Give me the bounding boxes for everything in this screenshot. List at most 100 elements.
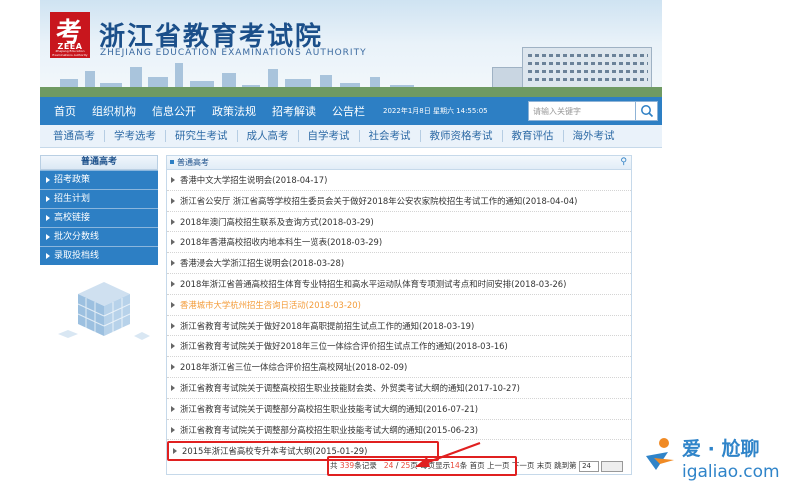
watermark: 爱 · 尬聊 igaliao.com	[640, 432, 797, 500]
current-datetime: 2022年1月8日 星期六 14:55:05	[383, 107, 488, 115]
bullet-triangle-icon	[171, 343, 175, 350]
sidebar-item-admission-lines[interactable]: 录取投档线	[40, 246, 158, 265]
subnav-item-teacher-cert[interactable]: 教师资格考试	[421, 130, 503, 142]
nav-item-exam-interpretation[interactable]: 招考解读	[264, 103, 324, 119]
trees-strip	[40, 87, 662, 97]
list-section-title: 普通高考	[177, 158, 209, 167]
article-link[interactable]: 2015年浙江省高校专升本考试大纲(2015-01-29)	[182, 446, 367, 456]
article-link[interactable]: 2018年香港高校招收内地本科生一览表(2018-03-29)	[180, 237, 382, 247]
article-list: 香港中文大学招生说明会(2018-04-17) 浙江省公安厅 浙江省高等学校招生…	[167, 170, 631, 462]
article-link[interactable]: 浙江省教育考试院关于做好2018年三位一体综合评价招生试点工作的通知(2018-…	[180, 341, 508, 351]
sidebar-item-label: 招考政策	[54, 175, 91, 185]
sidebar-item-label: 批次分数线	[54, 232, 100, 242]
search-box[interactable]: 请输入关键字	[528, 101, 658, 121]
search-icon	[641, 105, 654, 118]
nav-item-info-disclosure[interactable]: 信息公开	[144, 103, 204, 119]
sidebar-item-label: 招生计划	[54, 194, 91, 204]
subnav-item-social[interactable]: 社会考试	[360, 130, 421, 142]
decorative-cube-illustration	[58, 282, 150, 340]
last-page-link[interactable]: 末页	[537, 461, 552, 470]
search-button[interactable]	[635, 102, 657, 120]
logo-tiny-text: Zhejiang Education Examinations Authorit…	[52, 49, 88, 57]
bullet-triangle-icon	[171, 322, 175, 329]
list-item[interactable]: 香港城市大学杭州招生咨询日活动(2018-03-20)	[167, 295, 631, 316]
subnav-item-graduate[interactable]: 研究生考试	[166, 130, 238, 142]
arrow-right-icon	[46, 195, 50, 202]
list-item[interactable]: 香港浸会大学浙江招生说明会(2018-03-28)	[167, 253, 631, 274]
search-input[interactable]: 请输入关键字	[533, 106, 581, 117]
bullet-triangle-icon	[171, 364, 175, 371]
article-link[interactable]: 2018年澳门高校招生联系及查询方式(2018-03-29)	[180, 217, 374, 227]
sidebar: 普通高考 招考政策 招生计划 高校链接 批次分数线 录取投档线	[40, 155, 158, 265]
list-item[interactable]: 2018年浙江省三位一体综合评价招生高校网址(2018-02-09)	[167, 357, 631, 378]
sub-nav: 普通高考 学考选考 研究生考试 成人高考 自学考试 社会考试 教师资格考试 教育…	[40, 125, 662, 148]
nav-item-policies[interactable]: 政策法规	[204, 103, 264, 119]
article-link[interactable]: 浙江省教育考试院关于调整部分高校招生职业技能考试大纲的通知(2015-06-23…	[180, 425, 478, 435]
sidebar-item-policies[interactable]: 招考政策	[40, 170, 158, 189]
list-item[interactable]: 浙江省教育考试院关于做好2018年三位一体综合评价招生试点工作的通知(2018-…	[167, 336, 631, 358]
subnav-item-adult[interactable]: 成人高考	[238, 130, 299, 142]
list-header: 普通高考 ⚲	[167, 156, 631, 170]
subnav-item-self-study[interactable]: 自学考试	[299, 130, 360, 142]
bullet-triangle-icon	[171, 218, 175, 225]
subnav-item-evaluation[interactable]: 教育评估	[503, 130, 564, 142]
location-pin-icon: ⚲	[620, 157, 627, 167]
bullet-triangle-icon	[171, 177, 175, 183]
nav-item-home[interactable]: 首页	[40, 103, 84, 119]
arrow-right-icon	[46, 233, 50, 240]
article-link[interactable]: 浙江省公安厅 浙江省高等学校招生委员会关于做好2018年公安农家院校招生考试工作…	[180, 196, 577, 206]
bullet-triangle-icon	[171, 260, 175, 267]
bullet-triangle-icon	[171, 426, 175, 433]
bullet-triangle-icon	[171, 197, 175, 204]
sidebar-item-label: 高校链接	[54, 213, 91, 223]
bullet-triangle-icon	[171, 301, 175, 308]
header-banner: 考 ZEEA Zhejiang Education Examinations A…	[40, 0, 662, 97]
list-item[interactable]: 浙江省教育考试院关于调整部分高校招生职业技能考试大纲的通知(2016-07-21…	[167, 399, 631, 420]
article-link[interactable]: 香港中文大学招生说明会(2018-04-17)	[180, 175, 327, 185]
bullet-triangle-icon	[171, 405, 175, 412]
arrow-right-icon	[46, 176, 50, 183]
article-link[interactable]: 浙江省教育考试院关于调整部分高校招生职业技能考试大纲的通知(2016-07-21…	[180, 404, 478, 414]
nav-item-organization[interactable]: 组织机构	[84, 103, 144, 119]
bullet-triangle-icon	[173, 448, 177, 455]
site-logo[interactable]: 考 ZEEA Zhejiang Education Examinations A…	[50, 12, 90, 58]
list-item[interactable]: 浙江省公安厅 浙江省高等学校招生委员会关于做好2018年公安农家院校招生考试工作…	[167, 191, 631, 212]
sidebar-item-label: 录取投档线	[54, 251, 100, 261]
watermark-en-text: igaliao.com	[682, 462, 780, 482]
bullet-triangle-icon	[171, 280, 175, 287]
nav-item-bulletin[interactable]: 公告栏	[324, 103, 373, 119]
sidebar-item-college-links[interactable]: 高校链接	[40, 208, 158, 227]
watermark-logo-icon	[646, 438, 674, 470]
jump-page-input[interactable]: 24	[579, 460, 600, 472]
article-link[interactable]: 香港浸会大学浙江招生说明会(2018-03-28)	[180, 258, 344, 268]
article-link[interactable]: 2018年浙江省普通高校招生体育专业特招生和高水平运动队体育专项测试考点和时间安…	[180, 279, 566, 289]
jump-go-button[interactable]	[601, 460, 624, 472]
list-item[interactable]: 浙江省教育考试院关于调整部分高校招生职业技能考试大纲的通知(2015-06-23…	[167, 420, 631, 441]
main-nav: 首页 组织机构 信息公开 政策法规 招考解读 公告栏 2022年1月8日 星期六…	[40, 97, 662, 125]
article-link[interactable]: 浙江省教育考试院关于调整高校招生职业技能财会类、外贸类考试大纲的通知(2017-…	[180, 383, 520, 393]
list-item[interactable]: 2018年浙江省普通高校招生体育专业特招生和高水平运动队体育专项测试考点和时间安…	[167, 274, 631, 295]
sidebar-item-batch-scores[interactable]: 批次分数线	[40, 227, 158, 246]
arrow-right-icon	[46, 252, 50, 259]
list-item[interactable]: 香港中文大学招生说明会(2018-04-17)	[167, 170, 631, 191]
sidebar-title: 普通高考	[40, 155, 158, 170]
article-link[interactable]: 香港城市大学杭州招生咨询日活动(2018-03-20)	[180, 300, 361, 310]
subnav-item-xuekao[interactable]: 学考选考	[105, 130, 166, 142]
watermark-cn-text: 爱 · 尬聊	[682, 438, 760, 460]
subnav-item-gaokao[interactable]: 普通高考	[44, 130, 105, 142]
list-item[interactable]: 浙江省教育考试院关于做好2018年高职提前招生试点工作的通知(2018-03-1…	[167, 316, 631, 337]
subnav-item-overseas[interactable]: 海外考试	[564, 130, 624, 142]
jump-label: 跳到第	[554, 461, 577, 470]
list-item[interactable]: 浙江省教育考试院关于调整高校招生职业技能财会类、外贸类考试大纲的通知(2017-…	[167, 378, 631, 399]
article-link[interactable]: 2018年浙江省三位一体综合评价招生高校网址(2018-02-09)	[180, 362, 407, 372]
sidebar-item-plan[interactable]: 招生计划	[40, 189, 158, 208]
square-bullet-icon	[170, 160, 174, 164]
bullet-triangle-icon	[171, 384, 175, 391]
list-item[interactable]: 2018年香港高校招收内地本科生一览表(2018-03-29)	[167, 232, 631, 254]
bullet-triangle-icon	[171, 239, 175, 246]
list-item[interactable]: 2018年澳门高校招生联系及查询方式(2018-03-29)	[167, 212, 631, 233]
article-link[interactable]: 浙江省教育考试院关于做好2018年高职提前招生试点工作的通知(2018-03-1…	[180, 321, 474, 331]
pagination: 共 339条记录 24 / 25页 每页显示14条 首页 上一页 下一页 末页 …	[327, 456, 675, 476]
article-list-panel: 普通高考 ⚲ 香港中文大学招生说明会(2018-04-17) 浙江省公安厅 浙江…	[166, 155, 632, 475]
arrow-right-icon	[46, 214, 50, 221]
